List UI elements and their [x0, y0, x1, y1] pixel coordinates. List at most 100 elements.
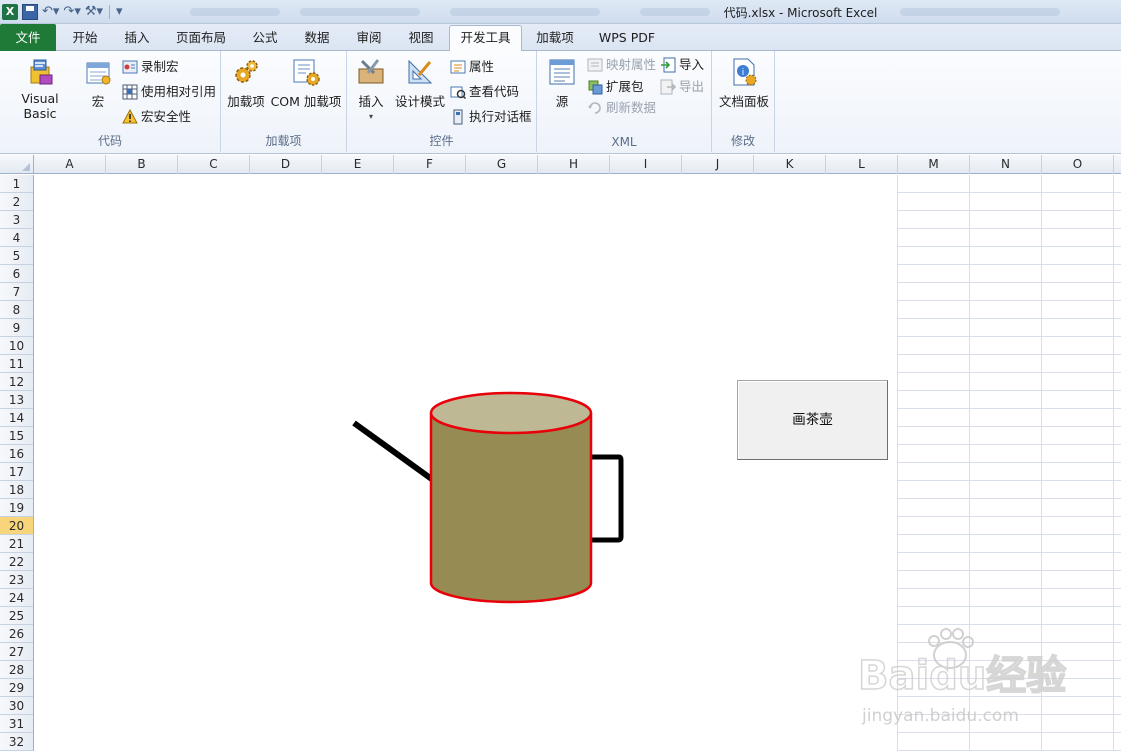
record-macro-button[interactable]: 录制宏: [122, 57, 179, 77]
row-header[interactable]: 1: [0, 175, 33, 193]
view-code-button[interactable]: 查看代码: [450, 82, 519, 102]
row-header[interactable]: 24: [0, 589, 33, 607]
visual-basic-icon: [30, 59, 53, 85]
row-header[interactable]: 30: [0, 697, 33, 715]
watermark-url: jingyan.baidu.com: [861, 706, 1019, 726]
column-header[interactable]: M: [898, 155, 970, 174]
xml-export-label: 导出: [679, 79, 705, 94]
select-all-button[interactable]: [0, 155, 34, 174]
xml-import-button[interactable]: 导入: [660, 55, 704, 75]
row-header[interactable]: 7: [0, 283, 33, 301]
xml-export-button[interactable]: 导出: [660, 77, 704, 97]
column-header[interactable]: E: [322, 155, 394, 174]
row-headers: 1 2 3 4 5 6 7 8 9 10 11 12 13 14 15 16 1…: [0, 175, 34, 751]
draw-teapot-button[interactable]: 画茶壶: [737, 380, 888, 460]
row-header[interactable]: 25: [0, 607, 33, 625]
relative-references-button[interactable]: 使用相对引用: [122, 82, 216, 102]
document-panel-button[interactable]: i 文档面板: [716, 57, 772, 110]
tab-file[interactable]: 文件: [0, 24, 56, 51]
column-header[interactable]: A: [34, 155, 106, 174]
relative-references-label: 使用相对引用: [141, 84, 217, 99]
row-header[interactable]: 15: [0, 427, 33, 445]
row-header[interactable]: 27: [0, 643, 33, 661]
row-header[interactable]: 3: [0, 211, 33, 229]
column-header[interactable]: J: [682, 155, 754, 174]
row-header[interactable]: 13: [0, 391, 33, 409]
column-header[interactable]: K: [754, 155, 826, 174]
insert-control-button[interactable]: 插入 ▾: [353, 57, 389, 121]
design-mode-button[interactable]: 设计模式: [395, 57, 445, 110]
row-header[interactable]: 2: [0, 193, 33, 211]
record-macro-label: 录制宏: [141, 59, 179, 74]
visual-basic-button[interactable]: Visual Basic: [4, 57, 76, 121]
row-header[interactable]: 9: [0, 319, 33, 337]
expansion-packs-icon: [588, 80, 603, 95]
row-header[interactable]: 8: [0, 301, 33, 319]
row-header-selected[interactable]: 20: [0, 517, 33, 535]
row-header[interactable]: 4: [0, 229, 33, 247]
column-header[interactable]: G: [466, 155, 538, 174]
row-header[interactable]: 6: [0, 265, 33, 283]
row-header[interactable]: 19: [0, 499, 33, 517]
macro-security-button[interactable]: 宏安全性: [122, 107, 191, 127]
expansion-packs-label: 扩展包: [606, 79, 644, 94]
run-dialog-label: 执行对话框: [469, 109, 532, 124]
row-header[interactable]: 14: [0, 409, 33, 427]
column-header[interactable]: D: [250, 155, 322, 174]
export-icon: [660, 79, 676, 95]
tab-wps-pdf[interactable]: WPS PDF: [590, 26, 664, 51]
row-header[interactable]: 17: [0, 463, 33, 481]
column-header[interactable]: C: [178, 155, 250, 174]
row-header[interactable]: 21: [0, 535, 33, 553]
document-panel-icon: i: [733, 58, 757, 86]
row-header[interactable]: 28: [0, 661, 33, 679]
tab-home[interactable]: 开始: [60, 26, 110, 51]
view-code-icon: [450, 86, 466, 100]
tab-page-layout[interactable]: 页面布局: [164, 26, 238, 51]
group-modify: i 文档面板 修改: [712, 51, 775, 152]
column-header[interactable]: O: [1042, 155, 1114, 174]
column-header[interactable]: B: [106, 155, 178, 174]
tab-addins[interactable]: 加载项: [526, 26, 584, 51]
column-header[interactable]: H: [538, 155, 610, 174]
column-header[interactable]: I: [610, 155, 682, 174]
row-header[interactable]: 5: [0, 247, 33, 265]
design-mode-icon: [408, 59, 433, 84]
xml-source-icon: [549, 59, 575, 85]
tab-formulas[interactable]: 公式: [242, 26, 288, 51]
xml-source-button[interactable]: 源: [545, 57, 579, 110]
tab-data[interactable]: 数据: [292, 26, 342, 51]
tab-view[interactable]: 视图: [396, 26, 446, 51]
row-header[interactable]: 23: [0, 571, 33, 589]
macros-button[interactable]: 宏: [80, 57, 116, 110]
document-panel-label: 文档面板: [718, 94, 769, 109]
column-header[interactable]: N: [970, 155, 1042, 174]
import-icon: [661, 57, 676, 73]
properties-label: 属性: [469, 59, 495, 74]
group-code-label: 代码: [97, 134, 122, 148]
tab-insert[interactable]: 插入: [112, 26, 162, 51]
row-header[interactable]: 26: [0, 625, 33, 643]
row-header[interactable]: 31: [0, 715, 33, 733]
map-properties-button[interactable]: 映射属性: [587, 55, 656, 75]
run-dialog-button[interactable]: 执行对话框: [450, 107, 532, 127]
com-addins-button[interactable]: COM 加载项: [269, 57, 343, 110]
column-header[interactable]: L: [826, 155, 898, 174]
row-header[interactable]: 16: [0, 445, 33, 463]
group-controls: 插入 ▾ 设计模式 属性 查看代码 执行对话框 控件: [347, 51, 537, 152]
expansion-packs-button[interactable]: 扩展包: [587, 77, 644, 97]
tab-review[interactable]: 审阅: [344, 26, 394, 51]
row-header[interactable]: 32: [0, 733, 33, 751]
group-addins: 加载项 COM 加载项 加载项: [221, 51, 347, 152]
refresh-data-button[interactable]: 刷新数据: [587, 98, 656, 118]
column-header[interactable]: F: [394, 155, 466, 174]
row-header[interactable]: 29: [0, 679, 33, 697]
addins-button[interactable]: 加载项: [225, 57, 267, 110]
properties-button[interactable]: 属性: [450, 57, 494, 77]
row-header[interactable]: 11: [0, 355, 33, 373]
row-header[interactable]: 18: [0, 481, 33, 499]
tab-developer[interactable]: 开发工具: [449, 25, 522, 52]
row-header[interactable]: 22: [0, 553, 33, 571]
row-header[interactable]: 12: [0, 373, 33, 391]
row-header[interactable]: 10: [0, 337, 33, 355]
